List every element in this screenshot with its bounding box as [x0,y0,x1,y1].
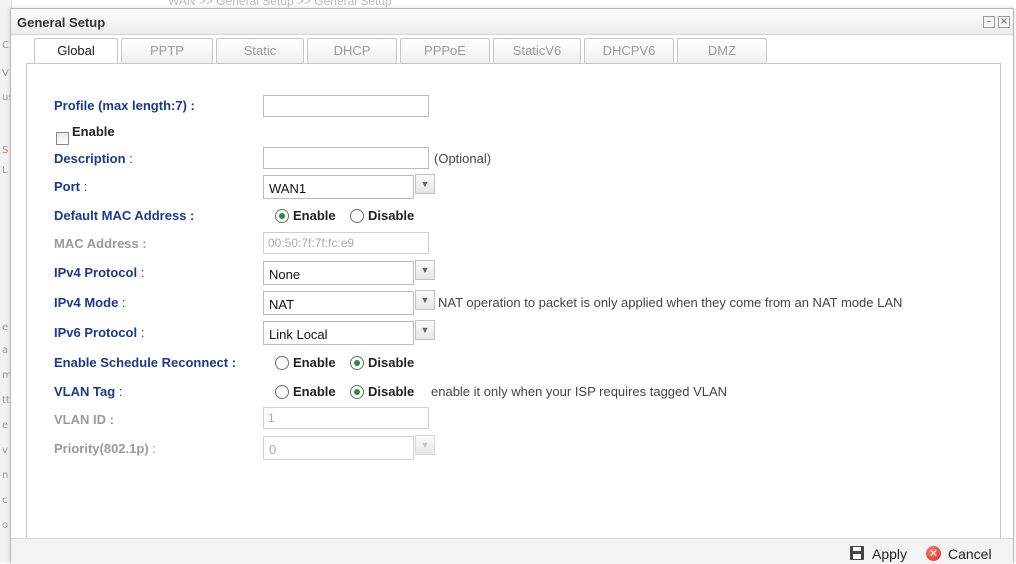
bg-char: c [2,495,8,506]
ipv4-protocol-select[interactable]: None [263,261,414,285]
vlan-tag-enable-label: Enable [293,384,336,399]
port-select[interactable]: WAN1 [263,175,414,199]
chevron-down-icon[interactable]: ▼ [415,435,435,455]
enable-checkbox[interactable] [56,132,69,145]
tab-pppoe[interactable]: PPPoE [400,38,490,63]
enable-checkbox-label: Enable [72,124,115,139]
close-icon[interactable]: × [998,16,1010,28]
chevron-down-icon[interactable]: ▼ [415,320,435,340]
schedule-reconnect-label: Enable Schedule Reconnect : [54,355,237,370]
bg-char: S [2,145,9,156]
dialog-footer: Apply ✕ Cancel [11,538,1013,564]
bg-char: e [2,322,9,333]
description-input[interactable] [263,147,429,169]
tab-dhcpv6[interactable]: DHCPV6 [584,38,674,63]
bg-char: e [2,420,9,431]
dialog-title: General Setup [17,15,106,30]
bg-char: n [2,470,9,481]
priority-select[interactable]: 0 [263,436,414,460]
tab-dmz[interactable]: DMZ [677,38,767,63]
vlan-id-input[interactable] [263,407,429,429]
default-mac-disable-label: Disable [368,208,415,223]
minimize-icon[interactable]: – [983,16,995,28]
tab-pptp[interactable]: PPTP [121,38,213,63]
tab-dhcp[interactable]: DHCP [307,38,397,63]
schedule-disable-radio[interactable] [350,356,364,370]
profile-label: Profile (max length:7) : [54,98,195,113]
ipv6-protocol-label: IPv6 Protocol : [54,325,145,340]
chevron-down-icon[interactable]: ▼ [415,290,435,310]
tab-bar: Global PPTP Static DHCP PPPoE StaticV6 D… [26,35,1001,64]
bg-char: v [2,445,8,456]
ipv4-mode-select[interactable]: NAT [263,291,414,315]
bg-char: tt [2,395,10,406]
tab-static[interactable]: Static [216,38,304,63]
schedule-enable-label: Enable [293,355,336,370]
dialog-header: General Setup – × [11,9,1013,35]
mac-address-label: MAC Address : [54,236,147,251]
port-label: Port : [54,179,88,194]
schedule-disable-label: Disable [368,355,415,370]
bg-char: C [2,40,9,51]
apply-button[interactable]: Apply [872,546,907,562]
default-mac-disable-radio[interactable] [350,209,364,223]
default-mac-label: Default MAC Address : [54,208,195,223]
chevron-down-icon[interactable]: ▼ [415,260,435,280]
vlan-tag-label: VLAN Tag : [54,384,123,399]
profile-input[interactable] [263,95,429,117]
ipv4-protocol-label: IPv4 Protocol : [54,265,145,280]
default-mac-enable-label: Enable [293,208,336,223]
vlan-tag-disable-label: Disable [368,384,415,399]
tab-staticv6[interactable]: StaticV6 [493,38,581,63]
save-icon[interactable] [850,546,864,560]
general-setup-dialog: General Setup – × Global PPTP Static DHC… [10,8,1014,564]
schedule-enable-radio[interactable] [275,356,289,370]
ipv6-protocol-select[interactable]: Link Local [263,321,414,345]
cancel-button[interactable]: Cancel [948,546,992,562]
ipv4-mode-note: NAT operation to packet is only applied … [438,295,903,310]
vlan-tag-disable-radio[interactable] [350,385,364,399]
bg-char: a [2,345,9,356]
bg-char: o [2,520,9,531]
vlan-id-label: VLAN ID : [54,412,114,427]
chevron-down-icon[interactable]: ▼ [415,174,435,194]
description-hint: (Optional) [434,151,492,166]
background-breadcrumb: WAN >> General Setup >> General Setup [168,0,392,8]
bg-char: L [2,165,8,176]
priority-label: Priority(802.1p) : [54,441,156,456]
vlan-tag-note: enable it only when your ISP requires ta… [431,384,728,399]
default-mac-enable-radio[interactable] [275,209,289,223]
tab-global[interactable]: Global [34,38,118,64]
ipv4-mode-label: IPv4 Mode : [54,295,126,310]
mac-address-input[interactable] [263,232,429,254]
cancel-icon[interactable]: ✕ [926,546,941,561]
description-label: Description : [54,151,133,166]
bg-char: V [2,68,9,79]
vlan-tag-enable-radio[interactable] [275,385,289,399]
